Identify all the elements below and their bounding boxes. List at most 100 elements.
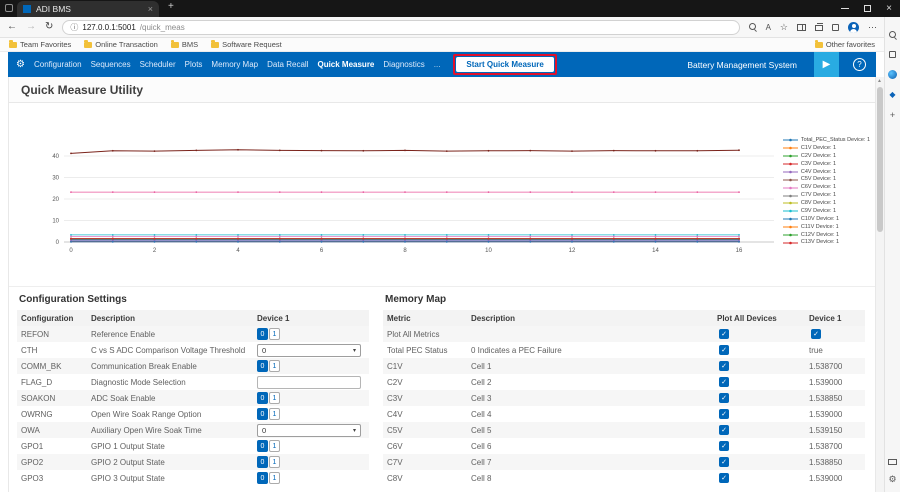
plot-checkbox-checked[interactable]: ✓ (719, 441, 729, 451)
zoom-search-icon[interactable] (749, 23, 757, 31)
workspaces-icon[interactable] (5, 4, 13, 12)
gpo1-toggle-option-0[interactable]: 0 (257, 440, 268, 452)
plot-checkbox-checked[interactable]: ✓ (719, 377, 729, 387)
plot-checkbox-checked[interactable]: ✓ (719, 345, 729, 355)
scrollbar-up-arrow[interactable]: ▲ (877, 79, 882, 84)
read-aloud-icon[interactable]: A (766, 23, 771, 32)
soakon-toggle-option-1[interactable]: 1 (269, 392, 280, 404)
nav-item-scheduler[interactable]: Scheduler (140, 60, 176, 69)
legend-item[interactable]: C11V Device: 1 (783, 224, 870, 231)
owa-select[interactable]: 0▾ (257, 424, 361, 437)
legend-item[interactable]: C9V Device: 1 (783, 208, 870, 215)
soakon-toggle-option-0[interactable]: 0 (257, 392, 268, 404)
profile-avatar[interactable] (848, 22, 859, 33)
window-close-button[interactable]: × (886, 4, 892, 14)
nav-item-sequences[interactable]: Sequences (91, 60, 131, 69)
cth-select[interactable]: 0▾ (257, 344, 361, 357)
copilot-icon[interactable] (888, 70, 897, 79)
legend-item[interactable]: C7V Device: 1 (783, 192, 870, 199)
plot-all-devices-cell: ✓ (713, 374, 805, 390)
forward-button[interactable]: → (26, 22, 36, 32)
plot-checkbox-checked[interactable]: ✓ (719, 329, 729, 339)
legend-item[interactable]: C8V Device: 1 (783, 200, 870, 207)
collections-icon[interactable] (815, 25, 823, 31)
plot-checkbox-checked[interactable]: ✓ (719, 457, 729, 467)
legend-item[interactable]: C5V Device: 1 (783, 176, 870, 183)
window-minimize-button[interactable] (841, 8, 849, 9)
sidebar-shopping-icon[interactable] (889, 51, 896, 58)
legend-item[interactable]: C10V Device: 1 (783, 216, 870, 223)
start-quick-measure-button[interactable]: Start Quick Measure (456, 57, 553, 72)
run-play-button[interactable]: ▶ (814, 52, 839, 77)
device1-cell: 1.539000 (805, 406, 865, 422)
device1-checkbox-checked[interactable]: ✓ (811, 329, 821, 339)
nav-item-data-recall[interactable]: Data Recall (267, 60, 308, 69)
legend-item[interactable]: C13V Device: 1 (783, 239, 870, 246)
metric-description: Cell 4 (467, 406, 713, 422)
gpo3-toggle-option-1[interactable]: 1 (269, 472, 280, 484)
settings-menu-icon[interactable]: ⋯ (868, 22, 877, 33)
extensions-icon[interactable] (832, 24, 839, 31)
plot-checkbox-checked[interactable]: ✓ (719, 409, 729, 419)
sidebar-search-icon[interactable] (889, 31, 897, 39)
refon-toggle: 01 (257, 328, 280, 340)
gpo1-toggle-option-1[interactable]: 1 (269, 440, 280, 452)
nav-item-quick-measure[interactable]: Quick Measure (317, 60, 374, 69)
legend-item[interactable]: C4V Device: 1 (783, 169, 870, 176)
refresh-button[interactable]: ↻ (45, 22, 53, 32)
favorite-item[interactable]: Software Request (211, 40, 282, 49)
tab-close-icon[interactable]: × (148, 5, 153, 14)
refon-toggle-option-0[interactable]: 0 (257, 328, 268, 340)
help-button[interactable]: ? (853, 58, 866, 71)
back-button[interactable]: ← (7, 22, 17, 32)
sidebar-settings-icon[interactable]: ⚙ (888, 475, 896, 484)
sidebar-devices-icon[interactable] (888, 459, 897, 465)
app-settings-gear-icon[interactable]: ⚙ (16, 60, 25, 70)
split-screen-icon[interactable] (797, 24, 806, 31)
owrng-toggle-option-0[interactable]: 0 (257, 408, 268, 420)
favorite-item[interactable]: BMS (171, 40, 198, 49)
plot-checkbox-checked[interactable]: ✓ (719, 393, 729, 403)
plot-checkbox-checked[interactable]: ✓ (719, 361, 729, 371)
favorite-item[interactable]: Team Favorites (9, 40, 71, 49)
legend-item[interactable]: C6V Device: 1 (783, 184, 870, 191)
comm_bk-toggle-option-0[interactable]: 0 (257, 360, 268, 372)
legend-swatch (783, 153, 798, 159)
nav-item-configuration[interactable]: Configuration (34, 60, 82, 69)
legend-item[interactable]: C12V Device: 1 (783, 232, 870, 239)
refon-toggle-option-1[interactable]: 1 (269, 328, 280, 340)
plot-checkbox-checked[interactable]: ✓ (719, 425, 729, 435)
browser-tab[interactable]: ADI BMS × (17, 1, 159, 17)
device1-cell: 1.539150 (805, 422, 865, 438)
gpo2-toggle-option-0[interactable]: 0 (257, 456, 268, 468)
other-favorites[interactable]: Other favorites (815, 40, 875, 49)
new-tab-button[interactable]: + (168, 2, 174, 12)
gpo2-toggle-option-1[interactable]: 1 (269, 456, 280, 468)
favorites-star-icon[interactable]: ☆ (780, 22, 788, 33)
gpo3-toggle-option-0[interactable]: 0 (257, 472, 268, 484)
owrng-toggle-option-1[interactable]: 1 (269, 408, 280, 420)
legend-item[interactable]: C1V Device: 1 (783, 145, 870, 152)
favorites-bar: Team Favorites Online Transaction BMS Softw… (0, 38, 884, 52)
nav-item-diagnostics[interactable]: Diagnostics (383, 60, 424, 69)
nav-overflow-ellipsis[interactable]: ... (434, 60, 441, 69)
comm_bk-toggle-option-1[interactable]: 1 (269, 360, 280, 372)
window-maximize-button[interactable] (864, 5, 871, 12)
quick-measure-chart[interactable]: 0102030400246810121416 (9, 131, 781, 266)
legend-item[interactable]: C3V Device: 1 (783, 161, 870, 168)
scrollbar-thumb[interactable] (877, 87, 883, 232)
flag_d-input[interactable] (257, 376, 361, 389)
favorite-item[interactable]: Online Transaction (84, 40, 158, 49)
legend-item[interactable]: Total_PEC_Status Device: 1 (783, 137, 870, 144)
plot-checkbox-checked[interactable]: ✓ (719, 473, 729, 483)
url-host: 127.0.0.1:5001 (82, 23, 135, 32)
legend-item[interactable]: C2V Device: 1 (783, 153, 870, 160)
site-info-icon[interactable]: ⓘ (70, 22, 78, 33)
nav-item-memory-map[interactable]: Memory Map (211, 60, 258, 69)
sidebar-add-icon[interactable]: + (890, 111, 895, 120)
nav-item-plots[interactable]: Plots (185, 60, 203, 69)
page-scrollbar[interactable]: ▲ (876, 77, 884, 492)
sidebar-games-icon[interactable]: ◆ (889, 91, 895, 99)
address-bar[interactable]: ⓘ 127.0.0.1:5001 /quick_meas (62, 20, 739, 35)
window-controls: × (841, 0, 892, 17)
